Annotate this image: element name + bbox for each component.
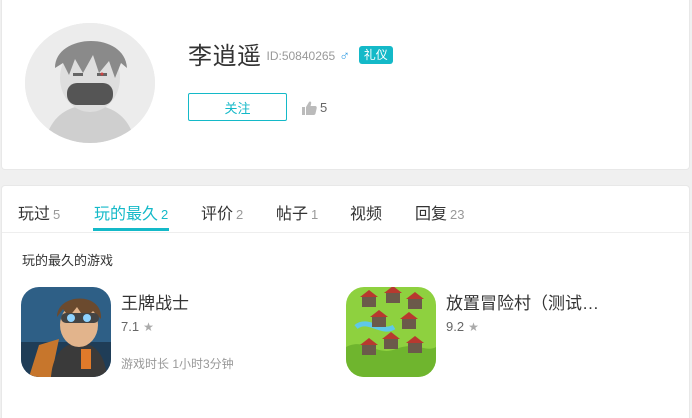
name-row: 李逍遥 ID:50840265 ♂ 礼仪 (188, 36, 393, 71)
section-title: 玩的最久的游戏 (22, 253, 114, 268)
game-score-value: 9.2 (446, 319, 465, 334)
thumbs-up-icon (302, 101, 317, 115)
profile-card: 李逍遥 ID:50840265 ♂ 礼仪 关注 5 (1, 0, 690, 170)
game-score: 7.1 ★ (121, 319, 154, 334)
tab-videos[interactable]: 视频 (350, 200, 382, 224)
etiquette-badge: 礼仪 (358, 45, 393, 64)
tab-count: 5 (53, 207, 61, 222)
active-tab-indicator (93, 228, 169, 231)
game-name[interactable]: 放置冒险村（测试… (446, 289, 599, 314)
tab-bar: 玩过 5 玩的最久 2 评价 2 帖子 1 视频 回复 23 (2, 186, 689, 233)
game-score: 9.2 ★ (446, 319, 479, 334)
game-icon[interactable] (346, 287, 436, 377)
tab-label: 评价 (201, 206, 234, 223)
content-card: 玩过 5 玩的最久 2 评价 2 帖子 1 视频 回复 23 玩的最久的游戏 王… (1, 185, 690, 418)
tab-label: 玩过 (18, 206, 51, 223)
tab-label: 回复 (415, 206, 448, 223)
tab-count: 2 (161, 207, 169, 222)
avatar[interactable] (25, 23, 155, 143)
game-score-value: 7.1 (121, 319, 140, 334)
game-icon[interactable] (21, 287, 111, 377)
tab-played[interactable]: 玩过 5 (18, 200, 60, 224)
tab-played-longest[interactable]: 玩的最久 2 (94, 200, 168, 224)
tab-label: 玩的最久 (94, 206, 159, 223)
game-playtime: 游戏时长 1小时3分钟 (121, 357, 234, 371)
tab-label: 视频 (350, 206, 383, 223)
like-button[interactable]: 5 (302, 100, 327, 115)
tab-count: 23 (450, 207, 465, 222)
game-name[interactable]: 王牌战士 (121, 289, 189, 314)
male-icon: ♂ (339, 46, 350, 63)
username: 李逍遥 (188, 43, 262, 70)
tab-reviews[interactable]: 评价 2 (201, 200, 243, 224)
like-count: 5 (320, 100, 328, 115)
star-icon: ★ (143, 319, 154, 334)
tab-count: 2 (236, 207, 244, 222)
user-id: ID:50840265 (266, 48, 336, 63)
tab-label: 帖子 (276, 206, 309, 223)
follow-button[interactable]: 关注 (188, 93, 287, 121)
tab-replies[interactable]: 回复 23 (415, 200, 464, 224)
tab-posts[interactable]: 帖子 1 (276, 200, 318, 224)
tab-count: 1 (311, 207, 319, 222)
star-icon: ★ (468, 319, 479, 334)
